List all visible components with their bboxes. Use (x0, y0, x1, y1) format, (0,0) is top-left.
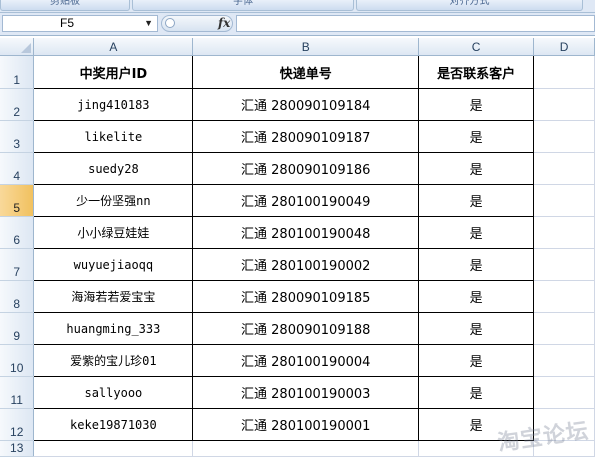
name-box-value: F5 (60, 16, 75, 30)
formula-bar: F5 ▼ fx (0, 13, 595, 36)
cell-tracking[interactable]: 汇通 280100190048 (192, 216, 420, 249)
table-row: 9 huangming_333 汇通 280090109188 是 (0, 312, 595, 345)
cell-contacted[interactable]: 是 (418, 120, 535, 153)
table-row: 4 suedy28 汇通 280090109186 是 (0, 152, 595, 185)
table-row: 5 少一份坚强nn 汇通 280100190049 是 (0, 184, 595, 217)
insert-function-icon[interactable]: fx (218, 16, 230, 31)
row-header[interactable]: 8 (0, 280, 35, 313)
select-all-icon (21, 43, 32, 53)
cell-user-id[interactable]: keke19871030 (33, 408, 194, 441)
column-header-c[interactable]: C (418, 38, 535, 56)
formula-controls: fx (161, 15, 233, 32)
row-header[interactable]: 1 (0, 55, 35, 89)
cell-user-id[interactable]: huangming_333 (33, 312, 194, 345)
ribbon: 剪贴板 字体 对齐方式 (0, 0, 595, 13)
row-header[interactable]: 7 (0, 248, 35, 281)
table-row: 6 小小绿豆娃娃 汇通 280100190048 是 (0, 216, 595, 249)
chevron-down-icon[interactable]: ▼ (144, 16, 153, 31)
column-header-a[interactable]: A (33, 38, 194, 56)
table-row: 3 likelite 汇通 280090109187 是 (0, 120, 595, 153)
table-row: 8 海海若若爱宝宝 汇通 280090109185 是 (0, 280, 595, 313)
name-box[interactable]: F5 ▼ (2, 15, 158, 32)
row-header[interactable]: 3 (0, 120, 35, 153)
row-header[interactable]: 6 (0, 216, 35, 249)
empty-cell[interactable] (533, 216, 595, 249)
cell-tracking[interactable]: 汇通 280100190004 (192, 344, 420, 377)
cell-tracking[interactable]: 汇通 280100190001 (192, 408, 420, 441)
cell-user-id[interactable]: likelite (33, 120, 194, 153)
row-header[interactable]: 12 (0, 408, 35, 441)
cell-user-id[interactable]: 小小绿豆娃娃 (33, 216, 194, 249)
table-row: 1 中奖用户ID 快递单号 是否联系客户 (0, 55, 595, 89)
empty-cell[interactable] (533, 280, 595, 313)
header-cell-tracking[interactable]: 快递单号 (192, 55, 420, 89)
empty-cell[interactable] (533, 184, 595, 217)
cell-contacted[interactable]: 是 (418, 184, 535, 217)
cell-contacted[interactable]: 是 (418, 344, 535, 377)
empty-cell[interactable] (533, 152, 595, 185)
row-header[interactable]: 2 (0, 88, 35, 121)
cell-tracking[interactable]: 汇通 280090109188 (192, 312, 420, 345)
row-header[interactable]: 9 (0, 312, 35, 345)
ribbon-group-font[interactable]: 字体 (132, 0, 354, 11)
column-header-b[interactable]: B (192, 38, 420, 56)
cell-tracking[interactable]: 汇通 280100190049 (192, 184, 420, 217)
cell-tracking[interactable]: 汇通 280090109187 (192, 120, 420, 153)
cell-contacted[interactable]: 是 (418, 88, 535, 121)
cell-contacted[interactable]: 是 (418, 216, 535, 249)
empty-cell[interactable] (533, 120, 595, 153)
cell-user-id[interactable]: suedy28 (33, 152, 194, 185)
cell-tracking[interactable]: 汇通 280100190003 (192, 376, 420, 409)
cell-contacted[interactable]: 是 (418, 152, 535, 185)
ribbon-group-clipboard[interactable]: 剪贴板 (0, 0, 130, 11)
empty-cell[interactable] (533, 88, 595, 121)
ribbon-group-alignment[interactable]: 对齐方式 (356, 0, 583, 11)
row-header[interactable]: 11 (0, 376, 35, 409)
row-header[interactable]: 13 (0, 440, 35, 457)
cell-user-id[interactable]: 海海若若爱宝宝 (33, 280, 194, 313)
cell-contacted[interactable]: 是 (418, 280, 535, 313)
cell-contacted[interactable]: 是 (418, 312, 535, 345)
cell-user-id[interactable]: 爱紫的宝儿珍01 (33, 344, 194, 377)
table-row: 2 jing410183 汇通 280090109184 是 (0, 88, 595, 121)
cell-user-id[interactable]: sallyooo (33, 376, 194, 409)
empty-cell[interactable] (533, 376, 595, 409)
cell-tracking[interactable]: 汇通 280090109186 (192, 152, 420, 185)
spreadsheet-grid: A B C D 1 中奖用户ID 快递单号 是否联系客户 2 jing410183… (0, 38, 595, 457)
row-header[interactable]: 5 (0, 184, 35, 217)
row-header[interactable]: 4 (0, 152, 35, 185)
empty-cell[interactable] (533, 248, 595, 281)
table-row: 10 爱紫的宝儿珍01 汇通 280100190004 是 (0, 344, 595, 377)
select-all-corner[interactable] (0, 38, 35, 56)
cell-tracking[interactable]: 汇通 280090109185 (192, 280, 420, 313)
cell-tracking[interactable]: 汇通 280090109184 (192, 88, 420, 121)
empty-cell[interactable] (533, 55, 595, 89)
formula-input[interactable] (236, 15, 595, 32)
table-row: 7 wuyuejiaoqq 汇通 280100190002 是 (0, 248, 595, 281)
empty-cell[interactable] (533, 312, 595, 345)
cell-user-id[interactable]: jing410183 (33, 88, 194, 121)
table-row: 11 sallyooo 汇通 280100190003 是 (0, 376, 595, 409)
cell-user-id[interactable]: 少一份坚强nn (33, 184, 194, 217)
cell-tracking[interactable]: 汇通 280100190002 (192, 248, 420, 281)
cell-contacted[interactable]: 是 (418, 376, 535, 409)
empty-cell[interactable] (33, 440, 194, 457)
empty-cell[interactable] (192, 440, 420, 457)
column-header-d[interactable]: D (533, 38, 595, 56)
header-cell-contacted[interactable]: 是否联系客户 (418, 55, 535, 89)
cell-user-id[interactable]: wuyuejiaoqq (33, 248, 194, 281)
row-header[interactable]: 10 (0, 344, 35, 377)
empty-cell[interactable] (533, 344, 595, 377)
expand-handle-icon[interactable] (165, 18, 175, 28)
header-cell-user-id[interactable]: 中奖用户ID (33, 55, 194, 89)
cell-contacted[interactable]: 是 (418, 248, 535, 281)
